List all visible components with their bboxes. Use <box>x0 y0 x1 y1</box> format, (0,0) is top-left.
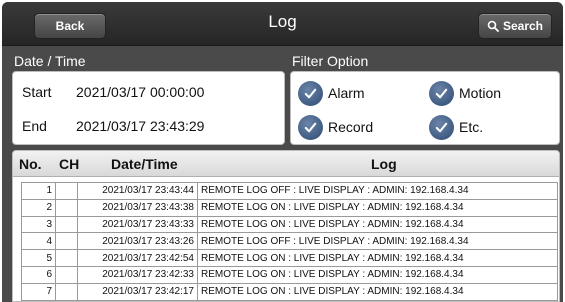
row-log: REMOTE LOG ON : LIVE DISPLAY : ADMIN: 19… <box>197 282 558 301</box>
row-no: 4 <box>21 232 56 251</box>
column-header-datetime[interactable]: Date/Time <box>111 156 178 172</box>
datetime-panel: Start 2021/03/17 00:00:00 End 2021/03/17… <box>12 71 285 145</box>
table-row[interactable]: 6 2021/03/17 23:42:33 REMOTE LOG ON : LI… <box>21 265 558 284</box>
row-datetime: 2021/03/17 23:42:33 <box>77 265 198 284</box>
row-log: REMOTE LOG ON : LIVE DISPLAY : ADMIN: 19… <box>197 198 558 217</box>
row-log: REMOTE LOG ON : LIVE DISPLAY : ADMIN: 19… <box>197 249 558 267</box>
row-no: 6 <box>21 265 56 284</box>
datetime-section-label: Date / Time <box>14 53 86 69</box>
filter-record-checkbox[interactable]: Record <box>298 114 373 140</box>
title-bar: Back Log Search <box>2 2 563 46</box>
filter-alarm-label: Alarm <box>328 85 365 101</box>
log-table: 1 2021/03/17 23:43:44 REMOTE LOG OFF : L… <box>21 182 558 301</box>
row-log: REMOTE LOG ON : LIVE DISPLAY : ADMIN: 19… <box>197 265 558 284</box>
filter-etc-checkbox[interactable]: Etc. <box>429 114 483 140</box>
row-log: REMOTE LOG ON : LIVE DISPLAY : ADMIN: 19… <box>197 215 558 234</box>
check-icon <box>298 114 323 140</box>
row-datetime: 2021/03/17 23:43:33 <box>77 215 198 234</box>
row-datetime: 2021/03/17 23:43:38 <box>77 198 198 217</box>
end-row[interactable]: End 2021/03/17 23:43:29 <box>13 114 284 138</box>
start-row[interactable]: Start 2021/03/17 00:00:00 <box>13 80 284 104</box>
column-header-log[interactable]: Log <box>371 156 397 172</box>
start-value[interactable]: 2021/03/17 00:00:00 <box>76 84 204 100</box>
row-ch <box>55 198 78 217</box>
column-header-no[interactable]: No. <box>19 156 42 172</box>
log-window: Back Log Search Date / Time Filter Optio… <box>2 2 563 302</box>
row-ch <box>55 215 78 234</box>
row-ch <box>55 265 78 284</box>
row-no: 5 <box>21 249 56 267</box>
table-row[interactable]: 3 2021/03/17 23:43:33 REMOTE LOG ON : LI… <box>21 215 558 234</box>
filter-section-label: Filter Option <box>292 53 369 69</box>
row-ch <box>55 282 78 301</box>
row-no: 2 <box>21 198 56 217</box>
row-log: REMOTE LOG OFF : LIVE DISPLAY : ADMIN: 1… <box>197 182 558 200</box>
filter-alarm-checkbox[interactable]: Alarm <box>298 80 365 106</box>
column-header-ch[interactable]: CH <box>59 156 79 172</box>
row-no: 3 <box>21 215 56 234</box>
table-row[interactable]: 2 2021/03/17 23:43:38 REMOTE LOG ON : LI… <box>21 198 558 217</box>
search-icon <box>487 20 499 32</box>
table-row[interactable]: 4 2021/03/17 23:43:26 REMOTE LOG OFF : L… <box>21 232 558 251</box>
search-button[interactable]: Search <box>478 13 552 39</box>
check-icon <box>298 80 323 106</box>
end-value[interactable]: 2021/03/17 23:43:29 <box>76 118 204 134</box>
filter-motion-label: Motion <box>459 85 502 101</box>
table-row[interactable]: 5 2021/03/17 23:42:54 REMOTE LOG ON : LI… <box>21 249 558 267</box>
end-label: End <box>22 118 47 134</box>
row-ch <box>55 249 78 267</box>
log-list[interactable]: No. CH Date/Time Log 1 2021/03/17 23:43:… <box>12 150 560 302</box>
log-list-header: No. CH Date/Time Log <box>13 151 559 177</box>
row-no: 1 <box>21 182 56 200</box>
row-datetime: 2021/03/17 23:43:44 <box>77 182 198 200</box>
check-icon <box>429 80 454 106</box>
row-no: 7 <box>21 282 56 301</box>
row-datetime: 2021/03/17 23:43:26 <box>77 232 198 251</box>
filter-etc-label: Etc. <box>459 119 484 135</box>
filter-motion-checkbox[interactable]: Motion <box>429 80 501 106</box>
start-label: Start <box>22 84 52 100</box>
row-datetime: 2021/03/17 23:42:17 <box>77 282 198 301</box>
table-row[interactable]: 1 2021/03/17 23:43:44 REMOTE LOG OFF : L… <box>21 182 558 200</box>
row-datetime: 2021/03/17 23:42:54 <box>77 249 198 267</box>
filter-panel: Alarm Motion Record Etc. <box>290 71 560 145</box>
table-row[interactable]: 7 2021/03/17 23:42:17 REMOTE LOG ON : LI… <box>21 282 558 301</box>
row-ch <box>55 182 78 200</box>
search-button-label: Search <box>502 19 544 33</box>
log-rows: 1 2021/03/17 23:43:44 REMOTE LOG OFF : L… <box>21 182 558 301</box>
filter-record-label: Record <box>328 119 374 135</box>
check-icon <box>429 114 454 140</box>
row-ch <box>55 232 78 251</box>
row-log: REMOTE LOG OFF : LIVE DISPLAY : ADMIN: 1… <box>197 232 558 251</box>
